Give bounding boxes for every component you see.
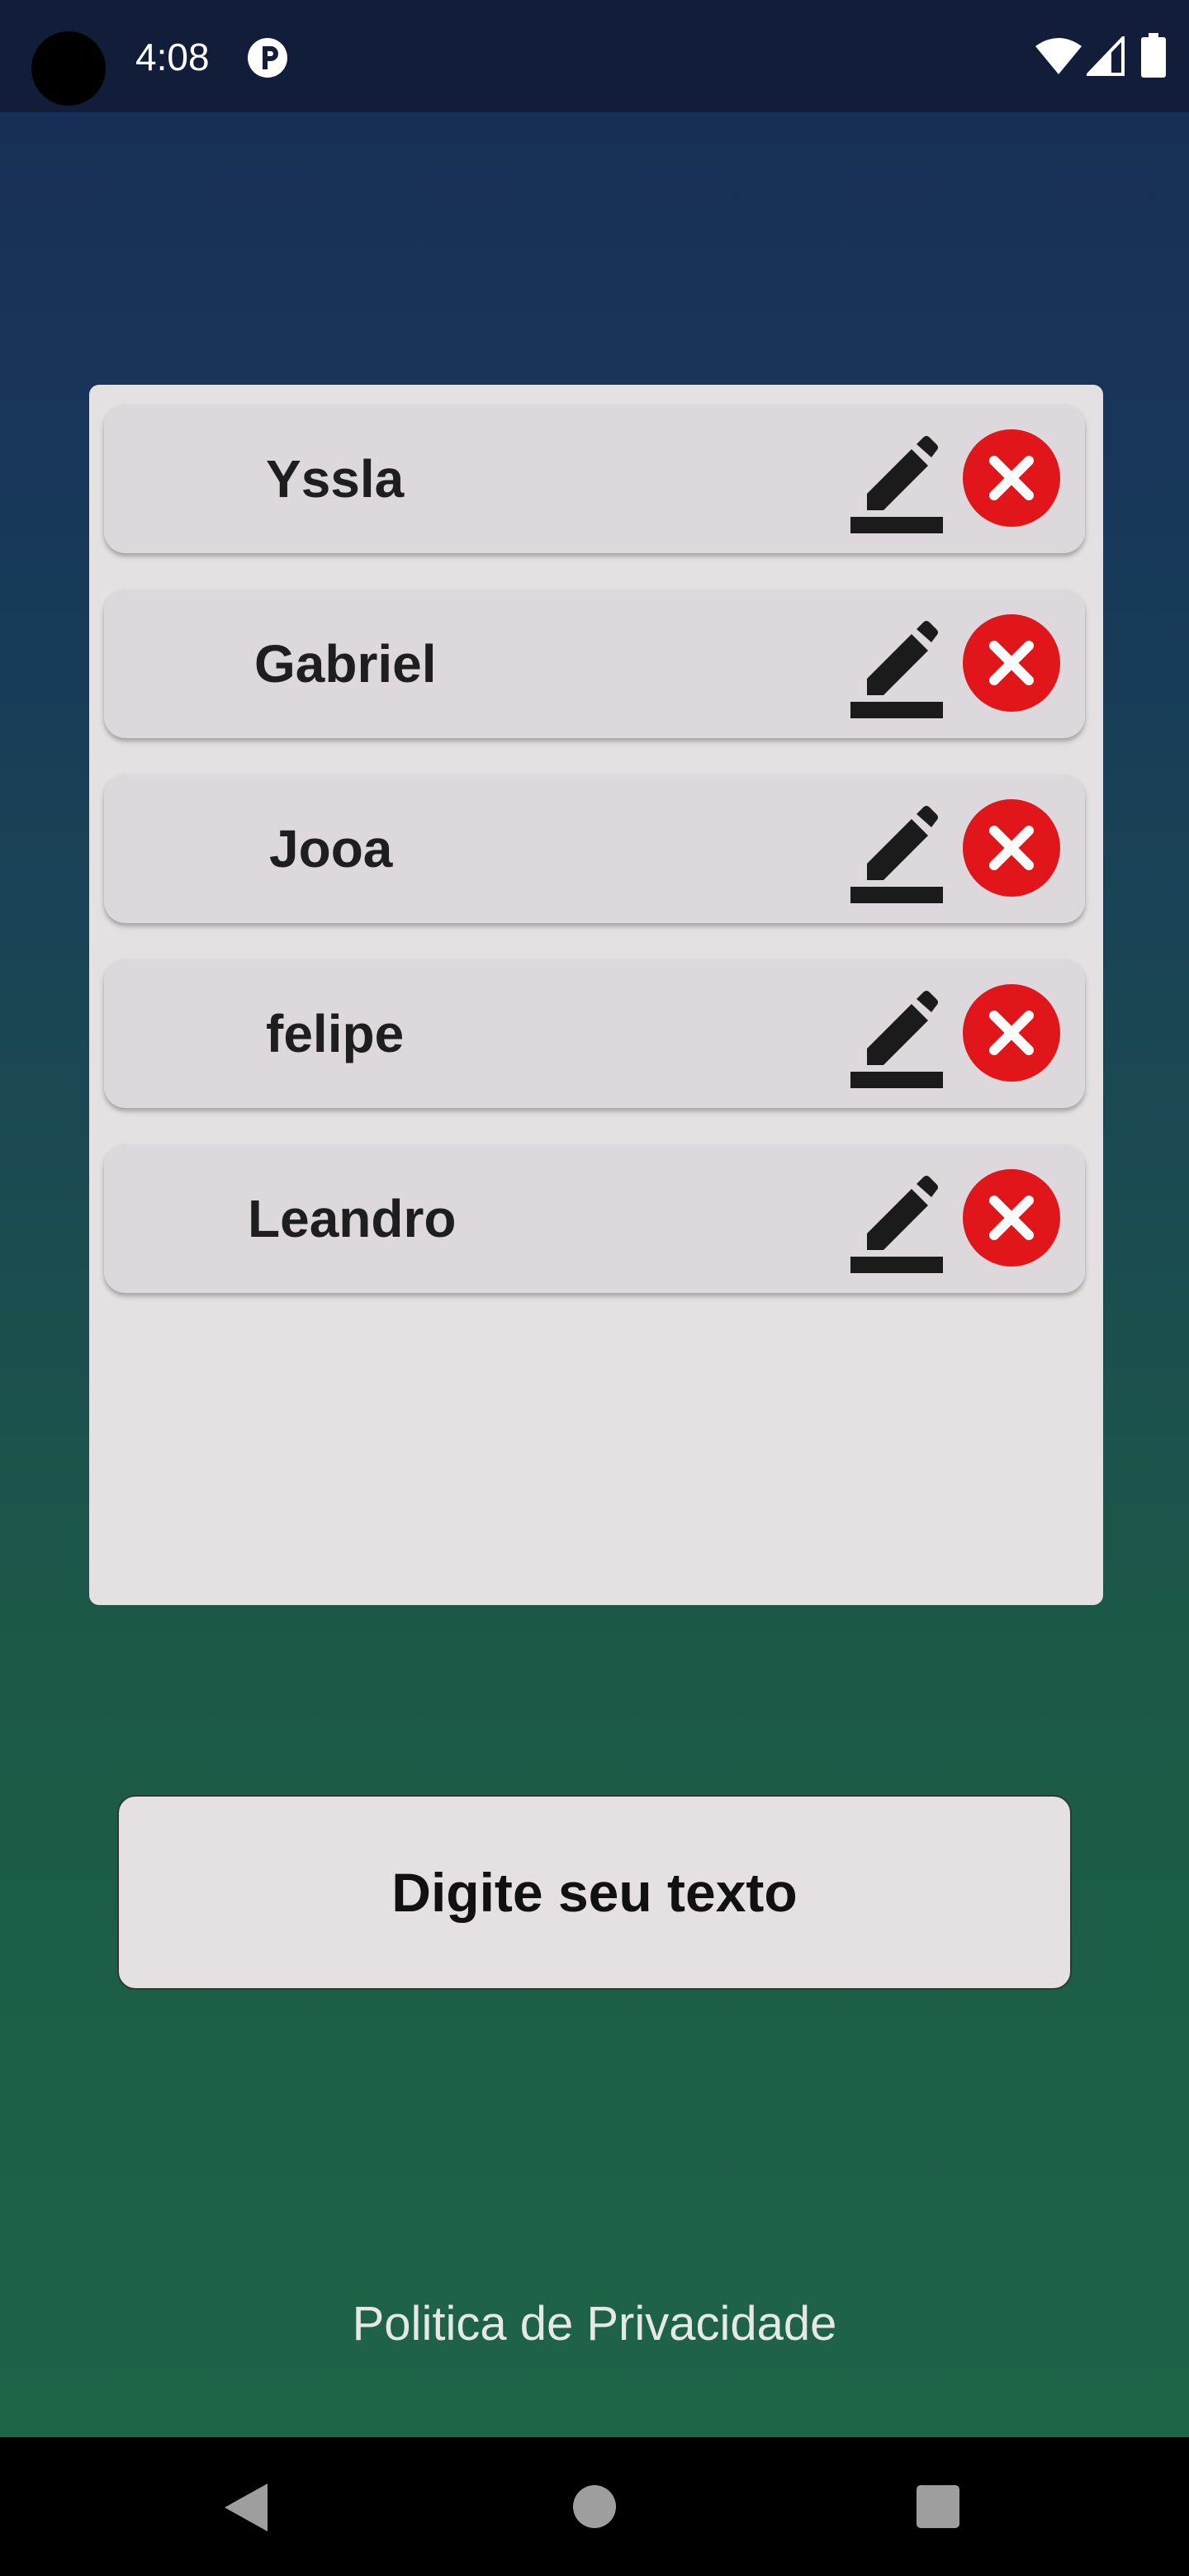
list-item-name: Jooa bbox=[269, 819, 393, 878]
list-item-name: Gabriel bbox=[254, 634, 437, 694]
close-circle-icon[interactable] bbox=[963, 614, 1060, 712]
text-input-button[interactable]: Digite seu texto bbox=[117, 1795, 1072, 1990]
pencil-edit-icon[interactable] bbox=[850, 429, 946, 533]
pencil-edit-icon[interactable] bbox=[850, 799, 946, 903]
close-circle-icon[interactable] bbox=[963, 429, 1060, 527]
app-notification-icon bbox=[248, 38, 287, 78]
list-item: Yssla bbox=[104, 405, 1085, 553]
camera-cutout bbox=[31, 31, 106, 106]
pencil-edit-icon[interactable] bbox=[850, 1169, 946, 1273]
pencil-edit-icon[interactable] bbox=[850, 984, 946, 1088]
list-item: Gabriel bbox=[104, 590, 1085, 738]
battery-icon bbox=[1141, 33, 1166, 78]
pencil-edit-icon[interactable] bbox=[850, 614, 946, 718]
list-item: Leandro bbox=[104, 1144, 1085, 1293]
list-item: felipe bbox=[104, 959, 1085, 1108]
close-circle-icon[interactable] bbox=[963, 984, 1060, 1082]
list-item-name: Yssla bbox=[266, 449, 405, 509]
privacy-policy-link[interactable]: Politica de Privacidade bbox=[0, 2295, 1189, 2353]
recents-icon[interactable] bbox=[917, 2485, 959, 2528]
list-item-name: felipe bbox=[266, 1004, 405, 1063]
list-item: Jooa bbox=[104, 774, 1085, 923]
list-item-name: Leandro bbox=[248, 1189, 457, 1248]
close-circle-icon[interactable] bbox=[963, 1169, 1060, 1267]
wifi-icon bbox=[1035, 38, 1082, 74]
status-time: 4:08 bbox=[135, 36, 210, 78]
close-circle-icon[interactable] bbox=[963, 799, 1060, 897]
signal-icon bbox=[1087, 36, 1125, 76]
home-icon[interactable] bbox=[573, 2485, 616, 2528]
back-icon[interactable] bbox=[223, 2482, 271, 2533]
status-bar: 4:08 bbox=[0, 0, 1189, 112]
